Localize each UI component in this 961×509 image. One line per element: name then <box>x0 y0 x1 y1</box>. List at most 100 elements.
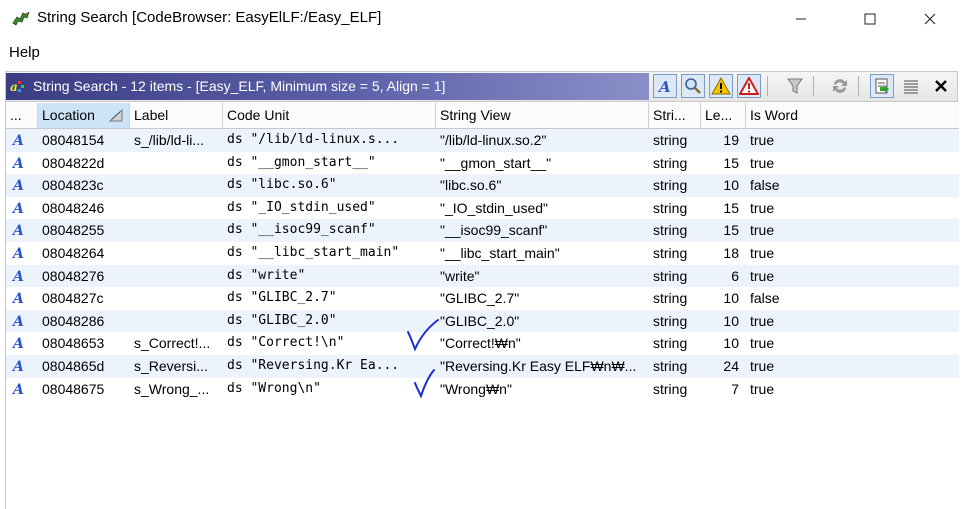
table-row[interactable]: A 08048246 ds "_IO_stdin_used" "_IO_stdin_u… <box>6 197 959 220</box>
string-type-icon: A <box>12 314 24 329</box>
cell-string-type: string <box>653 245 688 261</box>
table-row[interactable]: A 0804822d ds "__gmon_start__" "__gmon_star… <box>6 152 959 175</box>
panel-title-bar: a String Search - 12 items - [Easy_ELF, … <box>6 73 649 100</box>
cell-is-word: true <box>750 312 775 329</box>
cell-length: 10 <box>723 177 739 194</box>
menu-bar: Help <box>0 40 961 66</box>
cell-location: 08048276 <box>42 267 105 284</box>
cell-string-type: string <box>653 312 688 329</box>
cell-location: 08048653 <box>42 335 105 352</box>
table-header: ... Location Label Code Unit String View… <box>6 103 959 129</box>
close-panel-button[interactable] <box>929 74 953 98</box>
cell-string-view: "/lib/ld-linux.so.2" <box>440 132 547 148</box>
window-title: String Search [CodeBrowser: EasyElLF:/Ea… <box>37 9 382 26</box>
table-row[interactable]: A 0804865d s_Reversi... ds "Reversing.Kr Ea… <box>6 355 959 378</box>
string-type-icon: A <box>657 78 671 95</box>
cell-string-view: "Correct!₩n" <box>440 335 521 352</box>
table-row[interactable]: A 08048675 s_Wrong_... ds "Wrong\n" "Wrong₩n… <box>6 378 959 401</box>
column-header-string-view[interactable]: String View <box>436 103 649 128</box>
cell-length: 15 <box>723 154 739 171</box>
cell-code-unit: ds "Reversing.Kr Ea... <box>227 358 400 373</box>
close-button[interactable] <box>907 0 953 38</box>
table-row[interactable]: A 08048264 ds "__libc_start_main" "__libc_s… <box>6 242 959 265</box>
column-header-label[interactable]: Label <box>130 103 223 128</box>
refresh-button[interactable] <box>828 74 852 98</box>
string-type-icon: A <box>12 246 24 261</box>
string-type-icon: A <box>12 382 24 397</box>
cell-length: 24 <box>723 358 739 374</box>
table-row[interactable]: A 0804823c ds "libc.so.6" "libc.so.6" string… <box>6 174 959 197</box>
cell-is-word: false <box>750 177 780 194</box>
cell-code-unit: ds "__gmon_start__" <box>227 154 376 170</box>
cell-length: 10 <box>723 335 739 352</box>
menu-help[interactable]: Help <box>9 44 40 61</box>
cell-string-view: "GLIBC_2.7" <box>440 290 520 307</box>
column-header-location[interactable]: Location <box>38 103 130 128</box>
cell-string-view: "write" <box>440 267 480 284</box>
cell-length: 10 <box>723 290 739 307</box>
filter-button[interactable] <box>783 74 807 98</box>
cell-location: 08048154 <box>42 132 105 148</box>
cell-code-unit: ds "Correct!\n" <box>227 335 345 351</box>
cell-length: 7 <box>731 380 739 397</box>
maximize-button[interactable] <box>847 0 893 38</box>
string-type-icon: A <box>12 359 24 374</box>
cell-string-view: "Reversing.Kr Easy ELF₩n₩... <box>440 358 637 374</box>
cell-string-type: string <box>653 290 688 307</box>
string-type-icon: A <box>12 223 24 238</box>
make-string-button[interactable] <box>870 74 894 98</box>
cell-length: 15 <box>723 199 739 216</box>
cell-label: s_Wrong_... <box>134 380 210 397</box>
cell-string-view: "Wrong₩n" <box>440 380 512 397</box>
cell-label <box>134 242 221 264</box>
cell-location: 08048264 <box>42 245 105 261</box>
svg-text:A: A <box>12 178 24 193</box>
table-row[interactable]: A 0804827c ds "GLIBC_2.7" "GLIBC_2.7" string… <box>6 287 959 310</box>
search-button[interactable] <box>681 74 705 98</box>
table-row[interactable]: A 08048286 ds "GLIBC_2.0" "GLIBC_2.0" string… <box>6 309 959 333</box>
cell-location: 08048255 <box>42 222 105 239</box>
error-warning-button[interactable] <box>737 74 761 98</box>
string-type-icon: A <box>12 156 24 171</box>
cell-location: 08048286 <box>42 312 105 329</box>
svg-text:A: A <box>12 314 24 329</box>
error-warning-icon <box>739 77 759 95</box>
cell-is-word: true <box>750 267 775 284</box>
close-icon <box>924 13 936 25</box>
svg-text:A: A <box>657 78 671 95</box>
svg-text:A: A <box>12 291 24 306</box>
string-type-icon: A <box>12 201 24 216</box>
list-view-button[interactable] <box>899 74 923 98</box>
sort-ascending-icon <box>108 108 123 122</box>
column-header-length[interactable]: Le... <box>701 103 746 128</box>
svg-text:A: A <box>12 156 24 171</box>
table-row[interactable]: A 08048154 s_/lib/ld-li... ds "/lib/ld-linu… <box>6 129 959 152</box>
table-row[interactable]: A 08048276 ds "write" "write" string 6 true <box>6 264 959 288</box>
string-type-icon: A <box>12 336 24 351</box>
maximize-icon <box>864 13 876 25</box>
cell-string-view: "_IO_stdin_used" <box>440 199 549 216</box>
column-header-type[interactable]: ... <box>6 103 38 128</box>
minimize-button[interactable] <box>778 0 824 38</box>
cell-code-unit: ds "libc.so.6" <box>227 177 337 193</box>
column-header-is-word[interactable]: Is Word <box>746 103 959 128</box>
column-header-code-unit[interactable]: Code Unit <box>223 103 436 128</box>
search-icon <box>685 78 701 94</box>
cell-label <box>134 197 221 219</box>
cell-string-type: string <box>653 335 688 352</box>
cell-length: 18 <box>723 245 739 261</box>
toggle-string-type-button[interactable]: A <box>653 74 677 98</box>
string-type-icon: A <box>12 178 24 193</box>
svg-text:A: A <box>12 246 24 261</box>
table-row[interactable]: A 08048255 ds "__isoc99_scanf" "__isoc99_sc… <box>6 219 959 242</box>
cell-is-word: true <box>750 222 775 239</box>
string-type-icon: A <box>12 133 24 148</box>
cell-label <box>134 310 221 332</box>
warning-button[interactable] <box>709 74 733 98</box>
minimize-icon <box>796 18 806 20</box>
warning-icon <box>711 77 731 95</box>
column-header-string-type[interactable]: Stri... <box>649 103 701 128</box>
table-row[interactable]: A 08048653 s_Correct!... ds "Correct!\n" "Co… <box>6 332 959 355</box>
cell-is-word: false <box>750 290 780 307</box>
window-titlebar: String Search [CodeBrowser: EasyElLF:/Ea… <box>0 0 961 38</box>
